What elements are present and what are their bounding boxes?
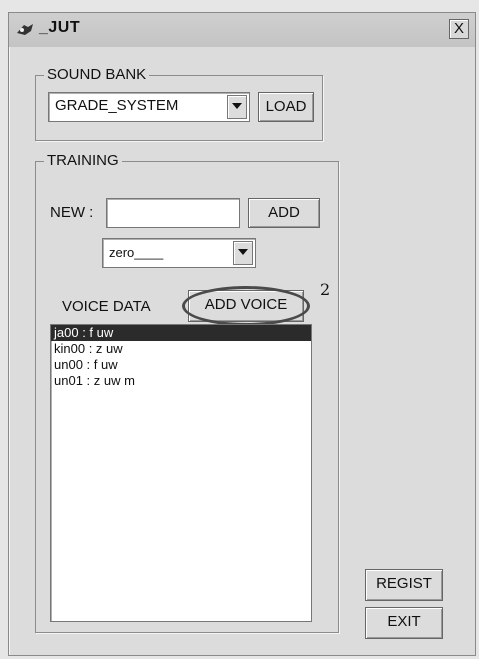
word-combo-value: zero____: [109, 245, 164, 260]
window-title: _JUT: [39, 19, 81, 36]
chevron-down-icon: [238, 249, 248, 255]
voice-list-item[interactable]: un01 : z uw m: [51, 373, 311, 389]
app-icon: [15, 21, 35, 39]
word-dropdown-button[interactable]: [233, 241, 253, 265]
word-combo[interactable]: zero____: [102, 238, 256, 268]
training-legend: TRAINING: [44, 152, 122, 169]
sound-bank-legend: SOUND BANK: [44, 66, 150, 83]
new-label: NEW :: [50, 204, 94, 221]
voice-list-item[interactable]: ja00 : f uw: [51, 325, 311, 341]
highlight-ellipse: [182, 286, 310, 326]
voice-data-list[interactable]: ja00 : f uw kin00 : z uw un00 : f uw un01 :…: [50, 324, 312, 622]
regist-button[interactable]: REGIST: [365, 569, 443, 601]
new-input[interactable]: [106, 198, 240, 228]
close-button[interactable]: X: [449, 19, 469, 39]
annotation-number: 2: [320, 280, 331, 299]
sound-bank-dropdown-button[interactable]: [227, 95, 247, 119]
exit-button[interactable]: EXIT: [365, 607, 443, 639]
voice-list-item[interactable]: un00 : f uw: [51, 357, 311, 373]
sound-bank-combo-value: GRADE_SYSTEM: [55, 97, 179, 114]
add-button[interactable]: ADD: [248, 198, 320, 228]
jut-window: _JUT X SOUND BANK GRADE_SYSTEM LOAD TRAI…: [8, 12, 476, 656]
sound-bank-group: SOUND BANK GRADE_SYSTEM LOAD: [35, 66, 323, 141]
sound-bank-combo[interactable]: GRADE_SYSTEM: [48, 92, 250, 122]
close-icon: X: [453, 20, 464, 37]
load-button[interactable]: LOAD: [258, 92, 314, 122]
title-bar[interactable]: _JUT X: [9, 13, 475, 47]
voice-list-item[interactable]: kin00 : z uw: [51, 341, 311, 357]
chevron-down-icon: [232, 103, 242, 109]
training-group: TRAINING NEW : ADD zero____ VOICE DATA A…: [35, 152, 339, 633]
voice-data-label: VOICE DATA: [62, 298, 151, 315]
